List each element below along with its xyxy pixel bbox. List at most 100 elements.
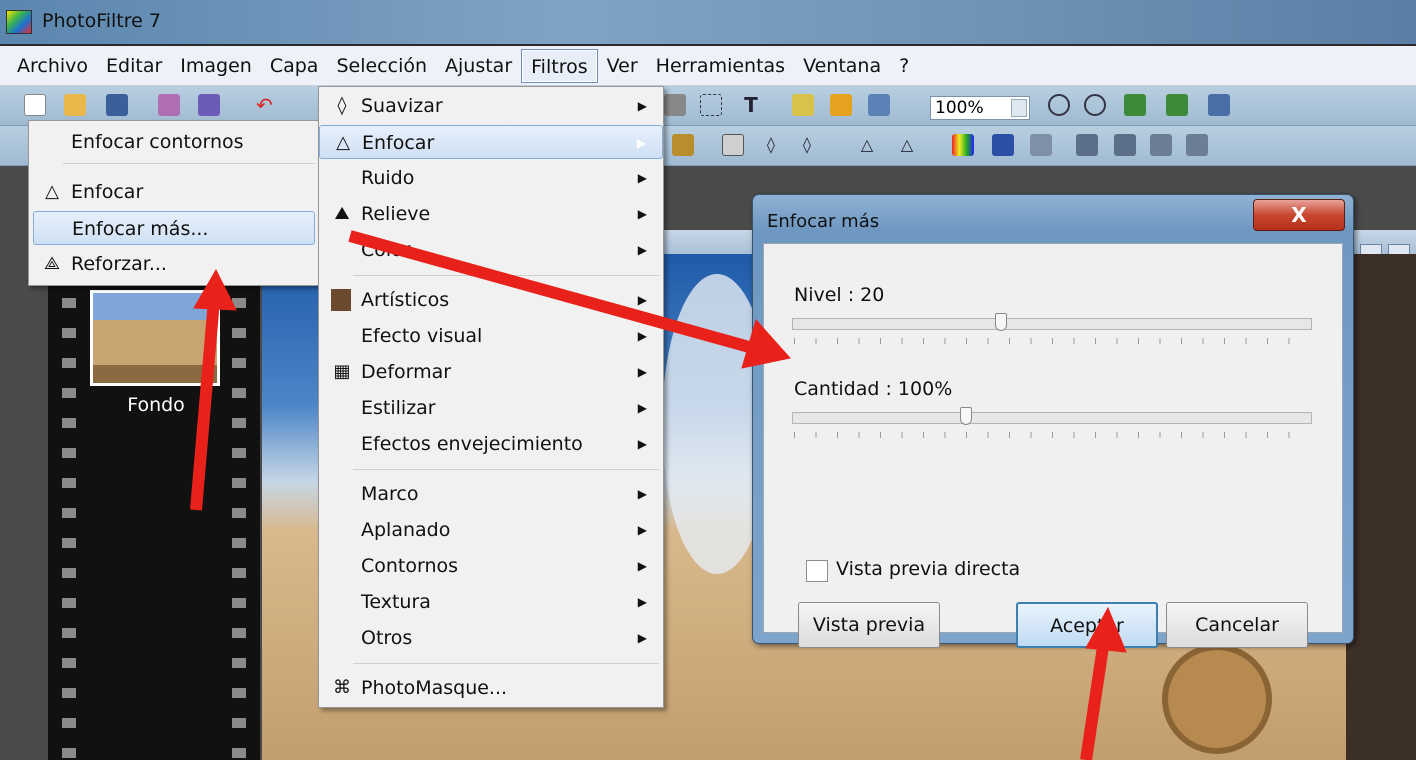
preview-checkbox-label: Vista previa directa — [836, 558, 1021, 580]
grid-icon: ▦ — [333, 361, 351, 382]
cantidad-label: Cantidad : 100% — [794, 378, 953, 400]
menu-item-relieve[interactable]: ⛰ Relieve ▶ — [319, 197, 663, 231]
submenu-arrow-icon: ▶ — [637, 631, 647, 645]
mask-tool-icon[interactable] — [1030, 134, 1052, 156]
submenu-arrow-icon: ▶ — [637, 437, 647, 451]
menu-item-efectos-envejecimiento[interactable]: Efectos envejecimiento ▶ — [319, 427, 663, 461]
monitor-icon[interactable] — [992, 134, 1014, 156]
menu-ventana[interactable]: Ventana — [794, 49, 890, 83]
fit-window-icon[interactable] — [1124, 94, 1146, 116]
filtros-menu: ◊ Suavizar ▶ △ Enfocar ▶ Ruido ▶ ⛰ Relie… — [318, 86, 664, 708]
menu-bar: Archivo Editar Imagen Capa Selección Aju… — [0, 46, 1416, 86]
actual-size-icon[interactable] — [1166, 94, 1188, 116]
menu-item-enfocar-mas[interactable]: Enfocar más... — [33, 211, 315, 245]
text-tool-icon[interactable]: T — [740, 94, 762, 116]
rotate-left-icon[interactable] — [1150, 134, 1172, 156]
menu-item-estilizar[interactable]: Estilizar ▶ — [319, 391, 663, 425]
submenu-arrow-icon: ▶ — [637, 365, 647, 379]
menu-filtros[interactable]: Filtros — [521, 48, 598, 83]
menu-herramientas[interactable]: Herramientas — [647, 49, 794, 83]
menu-editar[interactable]: Editar — [97, 49, 171, 83]
crop-icon[interactable] — [664, 94, 686, 116]
preview-checkbox[interactable] — [806, 560, 828, 582]
cantidad-slider-thumb[interactable] — [960, 407, 973, 425]
menu-item-marco[interactable]: Marco ▶ — [319, 477, 663, 511]
submenu-arrow-icon: ▶ — [637, 243, 647, 257]
layers-icon[interactable] — [792, 94, 814, 116]
submenu-arrow-icon: ▶ — [636, 136, 646, 150]
dialog-title: Enfocar más — [767, 211, 880, 232]
open-folder-icon[interactable] — [64, 94, 86, 116]
cantidad-slider[interactable] — [792, 407, 1312, 425]
menu-item-enfocar-contornos[interactable]: Enfocar contornos — [29, 125, 319, 159]
menu-ajustar[interactable]: Ajustar — [436, 49, 521, 83]
accept-button[interactable]: Aceptar — [1016, 602, 1158, 648]
portrait-icon — [331, 289, 351, 311]
contrast-icon[interactable] — [722, 134, 744, 156]
cantidad-slider-ticks — [794, 432, 1310, 438]
print-icon[interactable] — [158, 94, 180, 116]
zoom-select[interactable]: 100% — [930, 96, 1030, 120]
menu-seleccion[interactable]: Selección — [327, 49, 436, 83]
submenu-arrow-icon: ▶ — [637, 293, 647, 307]
window-title: PhotoFiltre 7 — [42, 10, 161, 32]
submenu-arrow-icon: ▶ — [637, 487, 647, 501]
fullscreen-icon[interactable] — [1208, 94, 1230, 116]
submenu-arrow-icon: ▶ — [637, 329, 647, 343]
menu-item-deformar[interactable]: ▦ Deformar ▶ — [319, 355, 663, 389]
menu-item-artisticos[interactable]: Artísticos ▶ — [319, 283, 663, 317]
blur-icon[interactable]: ◊ — [760, 134, 782, 156]
blur-more-icon[interactable]: ◊ — [796, 134, 818, 156]
color-balance-icon[interactable] — [952, 134, 974, 156]
menu-item-color[interactable]: Color ▶ — [319, 233, 663, 267]
menu-item-efecto-visual[interactable]: Efecto visual ▶ — [319, 319, 663, 353]
menu-item-aplanado[interactable]: Aplanado ▶ — [319, 513, 663, 547]
zoom-value: 100% — [935, 98, 984, 118]
flip-horizontal-icon[interactable] — [1076, 134, 1098, 156]
menu-item-contornos[interactable]: Contornos ▶ — [319, 549, 663, 583]
menu-capa[interactable]: Capa — [261, 49, 328, 83]
mosaic-icon[interactable] — [672, 134, 694, 156]
menu-imagen[interactable]: Imagen — [171, 49, 261, 83]
selection-icon[interactable] — [700, 94, 722, 116]
sharpen-more-icon[interactable]: △ — [896, 134, 918, 156]
save-icon[interactable] — [106, 94, 128, 116]
enfocar-submenu: Enfocar contornos △ Enfocar Enfocar más.… — [28, 120, 320, 286]
photo-tower — [1346, 254, 1416, 760]
rotate-right-icon[interactable] — [1186, 134, 1208, 156]
zoom-out-icon[interactable] — [1084, 94, 1106, 116]
scan-icon[interactable] — [198, 94, 220, 116]
menu-item-reforzar[interactable]: ⟁ Reforzar... — [29, 247, 319, 281]
flip-vertical-icon[interactable] — [1114, 134, 1136, 156]
nivel-slider-ticks — [794, 338, 1310, 344]
close-button[interactable]: X — [1253, 199, 1345, 231]
menu-item-photomasque[interactable]: ⌘ PhotoMasque... — [319, 671, 663, 705]
new-file-icon[interactable] — [24, 94, 46, 116]
window-icon[interactable] — [868, 94, 890, 116]
submenu-arrow-icon: ▶ — [637, 523, 647, 537]
nivel-slider-thumb[interactable] — [995, 313, 1007, 331]
menu-item-enfocar[interactable]: △ Enfocar — [29, 175, 319, 209]
sharpen-icon[interactable]: △ — [856, 134, 878, 156]
menu-ver[interactable]: Ver — [598, 49, 647, 83]
menu-item-suavizar[interactable]: ◊ Suavizar ▶ — [319, 89, 663, 123]
zoom-in-icon[interactable] — [1048, 94, 1070, 116]
undo-icon[interactable]: ↶ — [256, 94, 278, 116]
menu-item-otros[interactable]: Otros ▶ — [319, 621, 663, 655]
submenu-arrow-icon: ▶ — [637, 559, 647, 573]
effects-icon[interactable] — [830, 94, 852, 116]
chevron-down-icon[interactable] — [1011, 99, 1027, 117]
menu-item-enfocar[interactable]: △ Enfocar ▶ — [319, 125, 663, 159]
cancel-button[interactable]: Cancelar — [1166, 602, 1308, 648]
relief-icon: ⛰ — [334, 203, 350, 224]
layer-thumbnail[interactable] — [90, 290, 220, 386]
menu-item-textura[interactable]: Textura ▶ — [319, 585, 663, 619]
menu-item-ruido[interactable]: Ruido ▶ — [319, 161, 663, 195]
droplet-icon: ◊ — [337, 95, 347, 116]
submenu-arrow-icon: ▶ — [637, 171, 647, 185]
preview-button[interactable]: Vista previa — [798, 602, 940, 648]
menu-archivo[interactable]: Archivo — [8, 49, 97, 83]
nivel-slider[interactable] — [792, 313, 1312, 331]
menu-help[interactable]: ? — [890, 49, 918, 83]
photofiltre-window: PhotoFiltre 7 Archivo Editar Imagen Capa… — [0, 0, 1416, 760]
